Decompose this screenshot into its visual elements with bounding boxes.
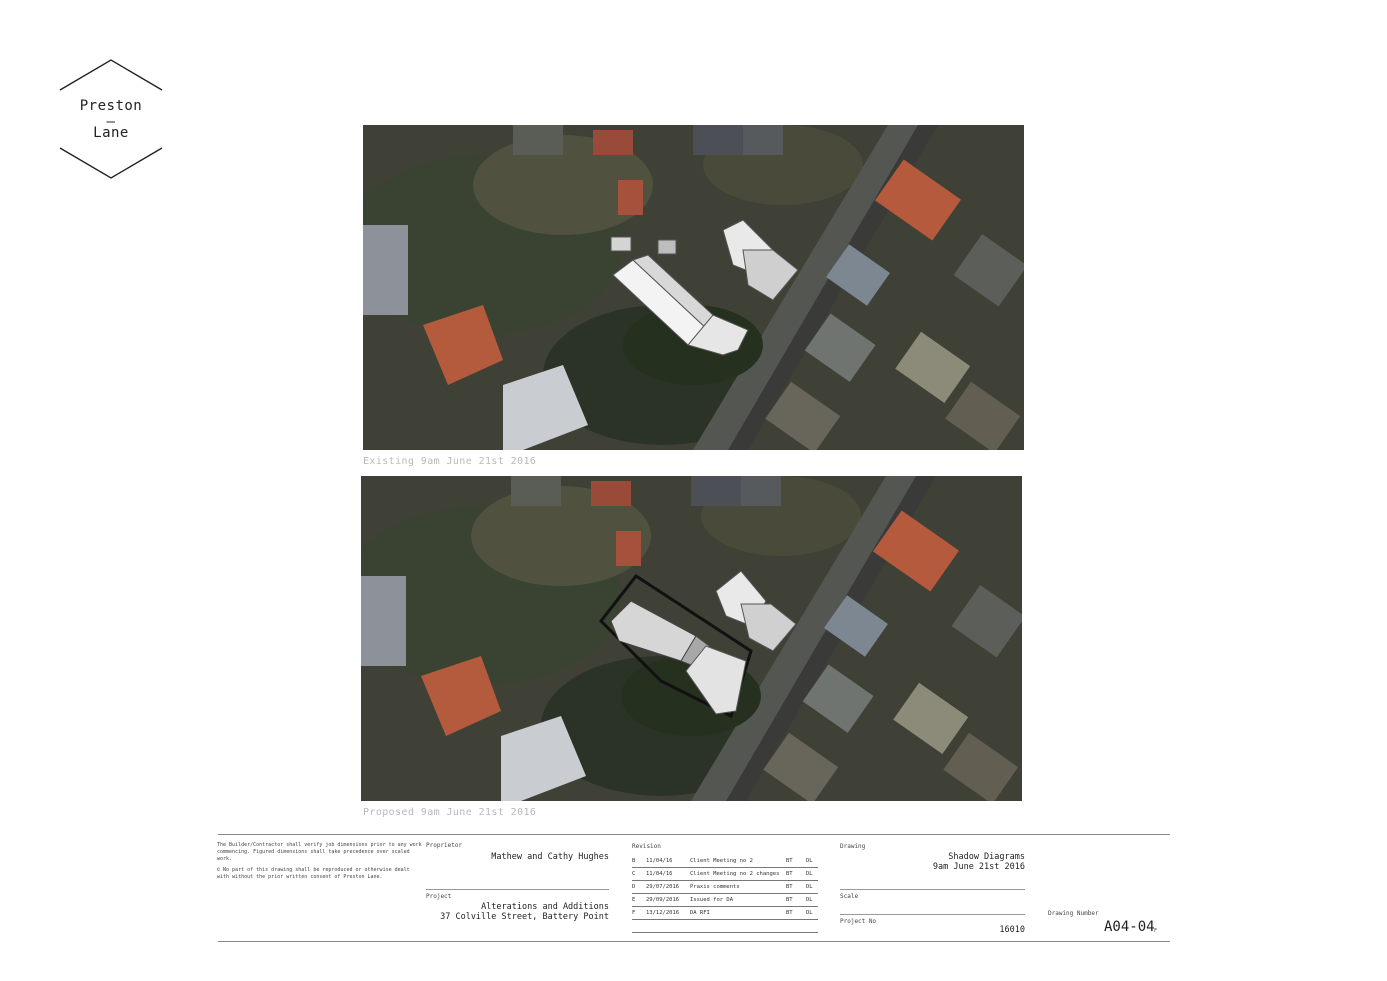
drawing-label: Drawing (840, 843, 866, 850)
rev-date: 29/07/2016 (646, 884, 680, 890)
rev-checked: DL (806, 884, 813, 890)
rev-desc: Client Meeting no 2 (690, 858, 753, 864)
revision-label: Revision (632, 843, 661, 850)
project-no-value: 16010 (999, 925, 1025, 935)
rev-code: C (632, 871, 636, 877)
revision-row: E 29/09/2016 Issued for DA BT DL (632, 894, 818, 907)
drawing-revision-code: F (1154, 928, 1158, 934)
proprietor-value: Mathew and Cathy Hughes (491, 852, 609, 862)
disclaimer-text: The Builder/Contractor shall verify job … (217, 842, 422, 862)
rev-by: BT (786, 884, 793, 890)
rev-code: F (632, 910, 636, 916)
preston-lane-logo: Preston — Lane (58, 58, 164, 180)
drawing-number-label: Drawing Number (1048, 910, 1099, 917)
project-label: Project (426, 893, 452, 900)
revision-row: D 29/07/2016 Praxis comments BT DL (632, 881, 818, 894)
drawing-title-line-2: 9am June 21st 2016 (932, 862, 1025, 872)
rev-code: E (632, 897, 636, 903)
title-block-top-rule (218, 834, 1170, 835)
revision-row: C 11/04/16 Client Meeting no 2 changes B… (632, 868, 818, 881)
rev-by: BT (786, 871, 793, 877)
drawing-rule (840, 889, 1025, 890)
rev-date: 11/04/16 (646, 871, 673, 877)
copyright-text: © No part of this drawing shall be repro… (217, 867, 410, 880)
caption-proposed: Proposed 9am June 21st 2016 (363, 807, 537, 818)
revision-table: B 11/04/16 Client Meeting no 2 BT DL C 1… (632, 855, 818, 933)
revision-row-empty (632, 920, 818, 933)
logo-word-lane: Lane (93, 125, 129, 141)
rev-by: BT (786, 910, 793, 916)
rev-checked: DL (806, 858, 813, 864)
rev-checked: DL (806, 897, 813, 903)
project-line-2: 37 Colville Street, Battery Point (440, 912, 609, 922)
revision-row: F 13/12/2016 DA RFI BT DL (632, 907, 818, 920)
proprietor-rule (426, 889, 609, 890)
rev-by: BT (786, 858, 793, 864)
rev-desc: Issued for DA (690, 897, 734, 903)
rev-checked: DL (806, 910, 813, 916)
rev-code: D (632, 884, 636, 890)
title-block-bottom-rule (218, 941, 1170, 942)
aerial-image-existing (363, 125, 1024, 450)
rev-desc: Praxis comments (690, 884, 740, 890)
project-no-label: Project No (840, 918, 877, 925)
rev-desc: Client Meeting no 2 changes (690, 871, 780, 877)
drawing-title-line-1: Shadow Diagrams (948, 852, 1025, 862)
project-line-1: Alterations and Additions (481, 902, 609, 912)
rev-date: 13/12/2016 (646, 910, 680, 916)
rev-desc: DA RFI (690, 910, 710, 916)
rev-code: B (632, 858, 636, 864)
drawing-number-value: A04-04 (1104, 919, 1155, 935)
aerial-image-proposed (361, 476, 1022, 801)
rev-by: BT (786, 897, 793, 903)
revision-row: B 11/04/16 Client Meeting no 2 BT DL (632, 855, 818, 868)
rev-checked: DL (806, 871, 813, 877)
scale-label: Scale (840, 893, 859, 900)
rev-date: 11/04/16 (646, 858, 673, 864)
proprietor-label: Proprietor (426, 842, 463, 849)
scale-rule (840, 914, 1025, 915)
logo-word-preston: Preston (79, 98, 143, 114)
caption-existing: Existing 9am June 21st 2016 (363, 456, 537, 467)
rev-date: 29/09/2016 (646, 897, 680, 903)
